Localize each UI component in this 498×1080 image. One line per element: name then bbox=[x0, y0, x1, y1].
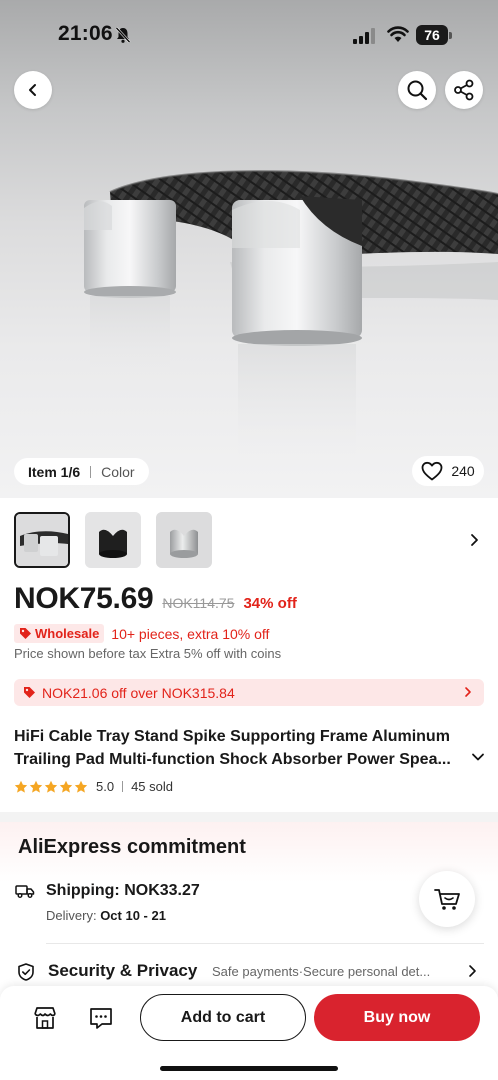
price-row: NOK75.69 NOK114.75 34% off bbox=[14, 582, 297, 616]
star-icon bbox=[29, 780, 43, 793]
shield-icon bbox=[18, 963, 34, 981]
search-button[interactable] bbox=[398, 71, 436, 109]
thumbnail-black-stand[interactable] bbox=[85, 512, 141, 568]
delivery-dates: Oct 10 - 21 bbox=[100, 908, 166, 923]
coupon-banner[interactable]: NOK21.06 off over NOK315.84 bbox=[14, 679, 484, 706]
add-to-cart-button[interactable]: Add to cart bbox=[140, 994, 306, 1041]
store-icon[interactable] bbox=[32, 1005, 58, 1031]
floating-cart-button[interactable] bbox=[419, 871, 475, 927]
star-icon bbox=[74, 780, 88, 793]
share-icon bbox=[454, 79, 474, 101]
divider bbox=[90, 465, 92, 478]
wifi-icon bbox=[387, 26, 409, 42]
wholesale-badge: Wholesale bbox=[14, 624, 105, 643]
delivery-estimate: Delivery: Oct 10 - 21 bbox=[46, 908, 166, 923]
thumbnail-silver-stand[interactable] bbox=[156, 512, 212, 568]
chevron-right-icon[interactable] bbox=[466, 964, 478, 978]
battery-level: 76 bbox=[424, 27, 440, 43]
tag-icon bbox=[20, 628, 31, 639]
product-title[interactable]: HiFi Cable Tray Stand Spike Supporting F… bbox=[14, 725, 472, 771]
rating-value: 5.0 bbox=[96, 779, 115, 794]
back-button[interactable] bbox=[14, 71, 52, 109]
divider bbox=[46, 943, 484, 944]
tax-note: Price shown before tax Extra 5% off with… bbox=[14, 646, 282, 661]
battery-indicator: 76 bbox=[416, 25, 452, 45]
sold-count: 45 sold bbox=[131, 779, 173, 794]
chevron-down-icon[interactable] bbox=[470, 749, 486, 765]
item-counter-pill[interactable]: Item 1/6 Color bbox=[14, 458, 149, 485]
wholesale-offer: 10+ pieces, extra 10% off bbox=[111, 625, 270, 642]
security-privacy-detail: Safe payments·Secure personal det... bbox=[212, 964, 431, 979]
star-rating bbox=[14, 780, 88, 794]
thumbnail-strip bbox=[14, 512, 212, 568]
bell-off-icon bbox=[115, 27, 131, 43]
tag-icon bbox=[24, 687, 35, 698]
star-icon bbox=[14, 780, 28, 793]
star-icon bbox=[59, 780, 73, 793]
item-index: Item 1/6 bbox=[28, 463, 81, 480]
thumbnail-image bbox=[156, 512, 212, 568]
search-icon bbox=[407, 80, 428, 101]
back-icon bbox=[29, 84, 36, 96]
section-divider bbox=[0, 812, 498, 822]
thumbnail-image bbox=[85, 512, 141, 568]
coupon-text: NOK21.06 off over NOK315.84 bbox=[42, 684, 235, 701]
chevron-right-icon[interactable] bbox=[464, 530, 484, 550]
thumbnail-image bbox=[16, 514, 68, 566]
thumbnail-silver-stand-cable[interactable] bbox=[14, 512, 70, 568]
cart-icon bbox=[434, 889, 460, 910]
home-indicator[interactable] bbox=[160, 1066, 338, 1071]
status-time: 21:06 bbox=[58, 22, 113, 45]
security-privacy-label[interactable]: Security & Privacy bbox=[48, 961, 197, 981]
discount-percent: 34% off bbox=[243, 595, 297, 612]
current-price: NOK75.69 bbox=[14, 582, 154, 615]
commitment-title: AliExpress commitment bbox=[18, 836, 246, 858]
status-bar: 21:06 76 bbox=[0, 0, 498, 64]
divider bbox=[122, 781, 124, 792]
truck-icon bbox=[15, 885, 35, 898]
signal-icon bbox=[353, 28, 375, 44]
chevron-right-icon bbox=[465, 687, 471, 697]
heart-icon bbox=[421, 461, 443, 481]
product-image-gallery[interactable]: 21:06 76 Item 1/6 Color 240 bbox=[0, 0, 498, 498]
share-button[interactable] bbox=[445, 71, 483, 109]
favorites-count: 240 bbox=[451, 463, 475, 479]
buy-now-button[interactable]: Buy now bbox=[314, 994, 480, 1041]
wholesale-row[interactable]: Wholesale 10+ pieces, extra 10% off bbox=[14, 624, 269, 643]
wishlist-button[interactable]: 240 bbox=[412, 456, 484, 486]
star-icon bbox=[44, 780, 58, 793]
message-icon[interactable] bbox=[88, 1005, 114, 1031]
delivery-prefix: Delivery: bbox=[46, 908, 101, 923]
original-price: NOK114.75 bbox=[162, 595, 235, 611]
shipping-cost[interactable]: Shipping: NOK33.27 bbox=[46, 882, 200, 900]
color-label: Color bbox=[101, 463, 135, 480]
rating-row[interactable]: 5.0 45 sold bbox=[14, 779, 173, 794]
wholesale-badge-label: Wholesale bbox=[35, 626, 100, 641]
